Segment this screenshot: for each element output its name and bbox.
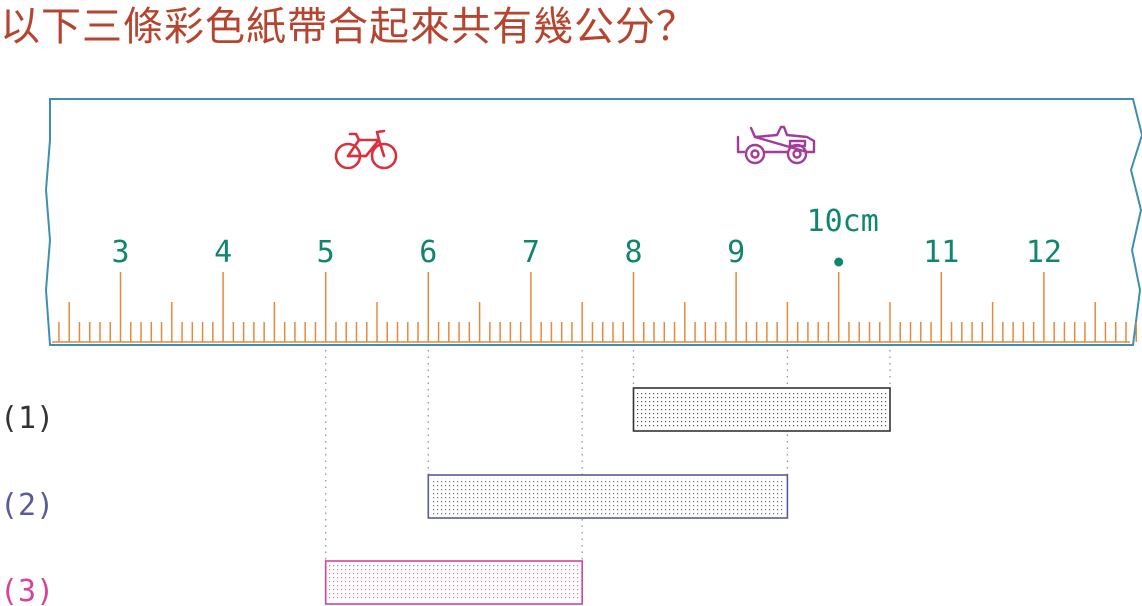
strip-dot-fill (328, 564, 580, 601)
paper-strips: (1) (2) (3) (0, 387, 891, 606)
strip-label: (3) (0, 574, 54, 606)
ruler-number: 11 (923, 235, 959, 270)
ruler-number: 7 (522, 235, 540, 270)
ruler-diagram: 3 4 5 6 7 8 9 10cm 11 12 (1) (2) (3) (0, 98, 1142, 606)
ruler-number: 3 (111, 235, 129, 270)
strip-label: (2) (0, 488, 54, 523)
ruler-number: 12 (1026, 235, 1062, 270)
ruler-number: 5 (317, 235, 335, 270)
ten-cm-marker (834, 257, 844, 267)
ruler-body (44, 98, 1142, 346)
strip-dot-fill (431, 478, 785, 515)
strip-dot-fill (636, 391, 887, 428)
ruler-number: 10cm (807, 204, 879, 239)
ruler-number: 4 (214, 235, 232, 270)
ruler-number: 6 (419, 235, 437, 270)
ruler-number: 9 (727, 235, 745, 270)
ruler-number: 8 (624, 235, 642, 270)
strip-label: (1) (0, 401, 54, 436)
